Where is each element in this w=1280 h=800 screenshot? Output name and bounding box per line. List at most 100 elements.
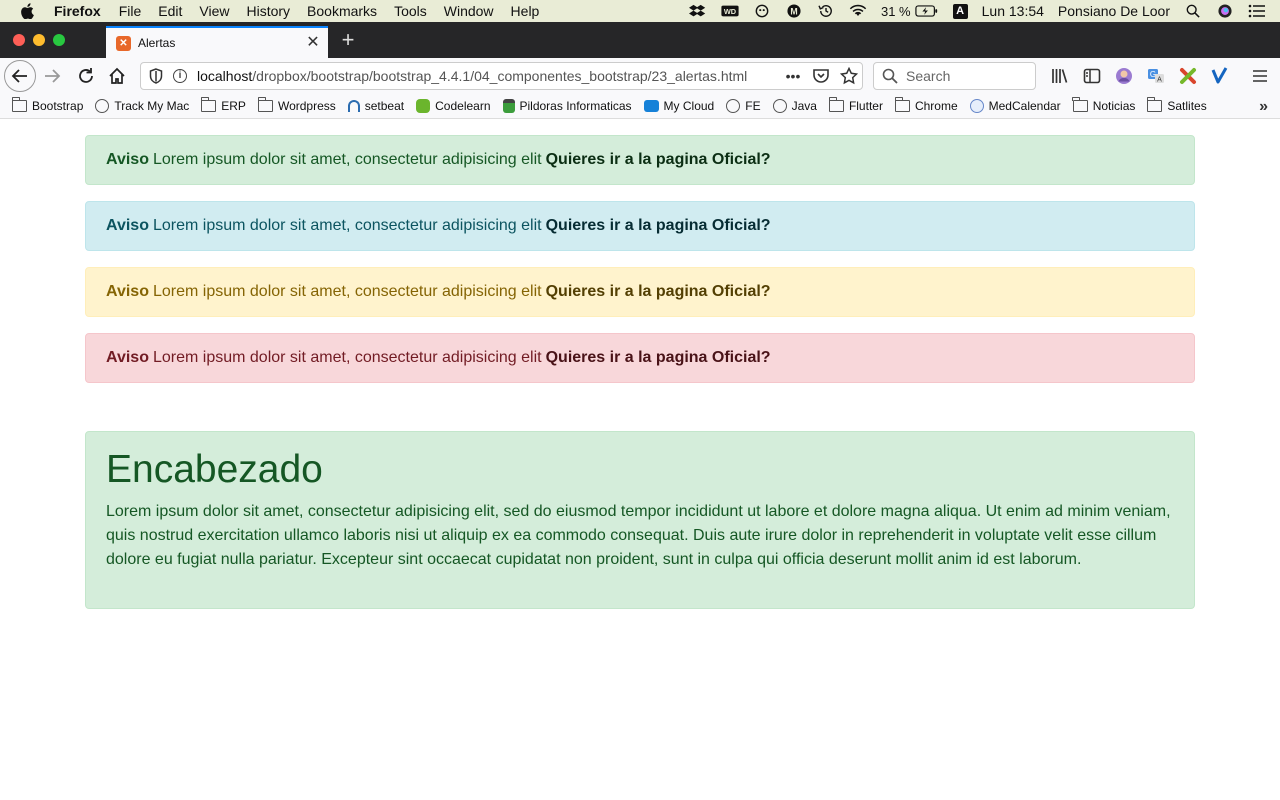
apple-icon[interactable] bbox=[20, 3, 34, 19]
url-text[interactable]: localhost/dropbox/bootstrap/bootstrap_4.… bbox=[197, 68, 747, 84]
globe-icon bbox=[95, 99, 110, 113]
ghost-icon[interactable] bbox=[753, 4, 771, 18]
bookmark-chrome[interactable]: Chrome bbox=[894, 97, 958, 113]
input-source-badge[interactable]: A bbox=[952, 3, 968, 19]
bookmark-track-my-mac[interactable]: Track My Mac bbox=[95, 99, 189, 113]
page-content: Aviso Lorem ipsum dolor sit amet, consec… bbox=[0, 119, 1280, 800]
globe-icon bbox=[772, 99, 787, 113]
menu-bookmarks[interactable]: Bookmarks bbox=[307, 3, 377, 19]
page-actions-ellipsis-icon[interactable]: ••• bbox=[784, 67, 802, 85]
alert-strong: Aviso bbox=[106, 151, 149, 168]
bookmark-satlites[interactable]: Satlites bbox=[1147, 97, 1207, 113]
url-host: localhost bbox=[197, 68, 253, 84]
user-name[interactable]: Ponsiano De Loor bbox=[1058, 3, 1170, 19]
alert-strong: Aviso bbox=[106, 217, 149, 234]
time-machine-icon[interactable] bbox=[817, 4, 835, 18]
tab-close-icon[interactable]: ✕ bbox=[305, 35, 321, 51]
pocket-icon[interactable] bbox=[812, 67, 830, 85]
medcalendar-icon bbox=[969, 99, 984, 113]
bookmark-java[interactable]: Java bbox=[772, 99, 817, 113]
svg-text:M: M bbox=[790, 7, 797, 17]
back-button[interactable] bbox=[4, 60, 36, 92]
alert-danger: Aviso Lorem ipsum dolor sit amet, consec… bbox=[85, 333, 1195, 383]
menu-help[interactable]: Help bbox=[511, 3, 540, 19]
v-extension-icon[interactable] bbox=[1210, 66, 1230, 86]
svg-text:WD: WD bbox=[724, 7, 736, 16]
menu-view[interactable]: View bbox=[199, 3, 229, 19]
battery-percent: 31 % bbox=[880, 3, 911, 19]
bookmark-wordpress[interactable]: Wordpress bbox=[257, 97, 336, 113]
more-bookmarks-chevron-icon[interactable]: » bbox=[1259, 98, 1268, 116]
library-icon[interactable] bbox=[1050, 66, 1070, 86]
minimize-window-button[interactable] bbox=[33, 34, 45, 46]
profile-avatar-icon[interactable] bbox=[1114, 66, 1134, 86]
menubar-status-area: WD M 31 % A Lun 13:54 Ponsiano De Loor bbox=[688, 0, 1280, 22]
xampp-favicon-icon: ✕ bbox=[116, 35, 131, 51]
bookmark-star-icon[interactable] bbox=[840, 67, 858, 85]
bookmark-codelearn[interactable]: Codelearn bbox=[416, 99, 491, 113]
battery-charging-icon[interactable] bbox=[914, 4, 939, 18]
spotlight-search-icon[interactable] bbox=[1184, 4, 1202, 18]
bookmark-flutter[interactable]: Flutter bbox=[828, 97, 883, 113]
cross-extension-icon[interactable] bbox=[1178, 66, 1198, 86]
sidebar-icon[interactable] bbox=[1082, 66, 1102, 86]
bookmark-label: ERP bbox=[221, 99, 246, 113]
clock[interactable]: Lun 13:54 bbox=[982, 3, 1044, 19]
zoom-window-button[interactable] bbox=[53, 34, 65, 46]
setbeat-icon bbox=[347, 100, 360, 112]
alert-warning: Aviso Lorem ipsum dolor sit amet, consec… bbox=[85, 267, 1195, 317]
wd-drive-icon[interactable]: WD bbox=[721, 4, 739, 18]
bookmark-label: Codelearn bbox=[435, 99, 491, 113]
close-window-button[interactable] bbox=[13, 34, 25, 46]
menu-history[interactable]: History bbox=[246, 3, 290, 19]
siri-icon[interactable] bbox=[1216, 4, 1234, 18]
search-bar[interactable] bbox=[873, 62, 1036, 90]
bookmark-noticias[interactable]: Noticias bbox=[1072, 97, 1135, 113]
bookmark-label: Bootstrap bbox=[32, 99, 84, 113]
menu-window[interactable]: Window bbox=[444, 3, 494, 19]
forward-button[interactable] bbox=[42, 66, 62, 86]
tracking-protection-shield-icon[interactable] bbox=[149, 68, 163, 84]
back-arrow-icon bbox=[11, 69, 27, 83]
alert-strong: Aviso bbox=[106, 283, 149, 300]
menu-file[interactable]: File bbox=[119, 3, 142, 19]
site-info-icon[interactable]: i bbox=[173, 69, 187, 83]
bookmark-my-cloud[interactable]: My Cloud bbox=[643, 99, 714, 113]
bookmark-label: Flutter bbox=[848, 99, 883, 113]
url-bar[interactable]: i localhost/dropbox/bootstrap/bootstrap_… bbox=[140, 62, 863, 90]
alert-link[interactable]: Quieres ir a la pagina Oficial? bbox=[546, 217, 771, 235]
menu-app-firefox[interactable]: Firefox bbox=[54, 3, 101, 19]
alert-link[interactable]: Quieres ir a la pagina Oficial? bbox=[546, 283, 771, 301]
translate-extension-icon[interactable]: GA bbox=[1146, 66, 1166, 86]
bookmark-erp[interactable]: ERP bbox=[200, 97, 246, 113]
home-button[interactable] bbox=[107, 66, 127, 86]
search-input[interactable] bbox=[904, 67, 1028, 85]
bookmark-label: Pildoras Informaticas bbox=[519, 99, 632, 113]
folder-icon bbox=[200, 97, 217, 112]
new-tab-plus-icon[interactable]: + bbox=[338, 29, 358, 51]
bookmark-pildoras-informaticas[interactable]: Pildoras Informaticas bbox=[502, 99, 632, 113]
forward-arrow-icon bbox=[45, 69, 61, 83]
folder-icon bbox=[1147, 97, 1163, 112]
bookmark-fe[interactable]: FE bbox=[726, 99, 761, 113]
dropbox-icon[interactable] bbox=[688, 4, 707, 18]
bookmark-medcalendar[interactable]: MedCalendar bbox=[969, 99, 1061, 113]
wifi-icon[interactable] bbox=[849, 4, 867, 18]
url-actions: ••• bbox=[774, 67, 858, 85]
home-icon bbox=[109, 67, 125, 84]
m-badge-icon[interactable]: M bbox=[785, 4, 803, 18]
tab-alertas[interactable]: ✕ Alertas ✕ bbox=[106, 26, 328, 58]
alert-text: Lorem ipsum dolor sit amet, consectetur … bbox=[152, 151, 542, 168]
pildoras-icon bbox=[502, 99, 515, 113]
menu-tools[interactable]: Tools bbox=[394, 3, 427, 19]
bookmark-setbeat[interactable]: setbeat bbox=[347, 99, 404, 113]
folder-icon bbox=[11, 97, 27, 112]
hamburger-menu-button[interactable] bbox=[1250, 66, 1270, 86]
alert-link[interactable]: Quieres ir a la pagina Oficial? bbox=[546, 349, 771, 367]
alert-link[interactable]: Quieres ir a la pagina Oficial? bbox=[546, 151, 771, 169]
bookmark-bootstrap[interactable]: Bootstrap bbox=[11, 97, 84, 113]
tab-strip: ✕ Alertas ✕ + bbox=[0, 22, 1280, 58]
reload-button[interactable] bbox=[76, 66, 96, 86]
menu-edit[interactable]: Edit bbox=[158, 3, 182, 19]
notification-center-icon[interactable] bbox=[1248, 4, 1266, 18]
